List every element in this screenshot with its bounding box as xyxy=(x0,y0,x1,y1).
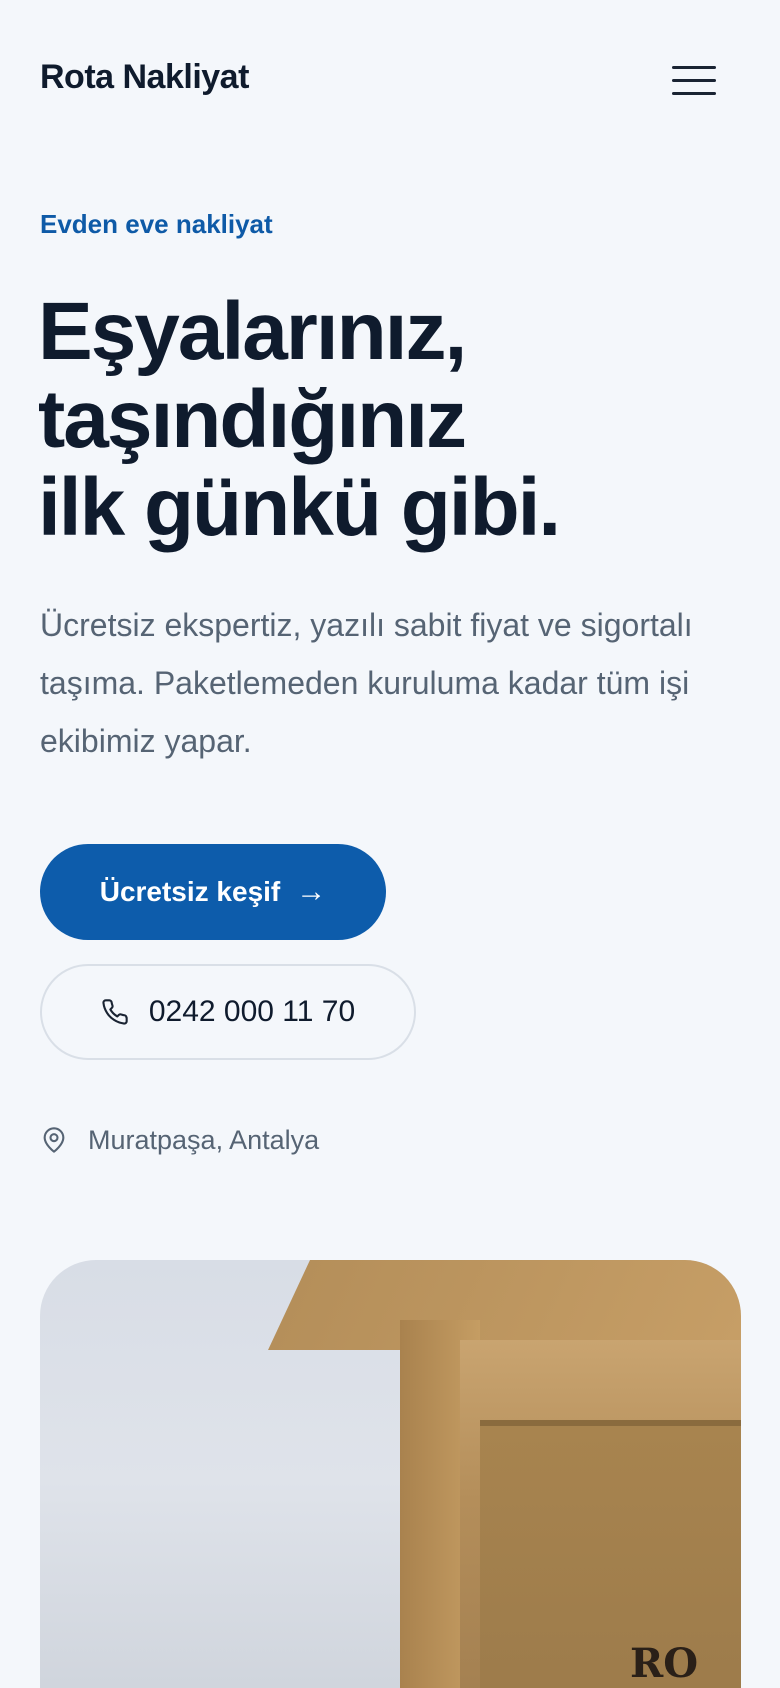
site-header: Rota Nakliyat xyxy=(0,0,780,160)
arrow-right-icon: → xyxy=(296,875,327,908)
hero-lead: Ücretsiz ekspertiz, yazılı sabit fiyat v… xyxy=(40,607,693,759)
phone-icon xyxy=(102,999,128,1025)
headline-line: Eşyalarınız, xyxy=(38,286,467,377)
hero-image-moving-box: RO xyxy=(40,1260,741,1688)
free-survey-label: Ücretsiz keşif xyxy=(99,876,281,907)
menu-line xyxy=(672,91,716,95)
hamburger-icon[interactable] xyxy=(672,58,716,102)
menu-line xyxy=(672,65,716,69)
box-flap xyxy=(268,1260,741,1350)
headline-line: taşındığınız xyxy=(38,374,467,465)
menu-line xyxy=(672,78,716,82)
map-pin-icon xyxy=(43,1127,65,1153)
box-inner xyxy=(480,1420,741,1688)
phone-call-button[interactable]: 0242 000 11 70 xyxy=(40,964,416,1060)
hero-eyebrow: Evden eve nakliyat xyxy=(40,209,273,239)
location-label: Muratpaşa, Antalya xyxy=(88,1124,320,1155)
phone-number: 0242 000 11 70 xyxy=(148,995,356,1028)
brand-logo[interactable]: Rota Nakliyat xyxy=(40,58,249,97)
headline-line: ilk günkü gibi. xyxy=(38,462,561,553)
location: Muratpaşa, Antalya xyxy=(40,1124,319,1156)
box-stamp: RO xyxy=(630,1640,699,1687)
free-survey-button[interactable]: Ücretsiz keşif → xyxy=(40,844,386,940)
hero-headline: Eşyalarınız, taşındığınız ilk günkü gibi… xyxy=(38,288,738,552)
